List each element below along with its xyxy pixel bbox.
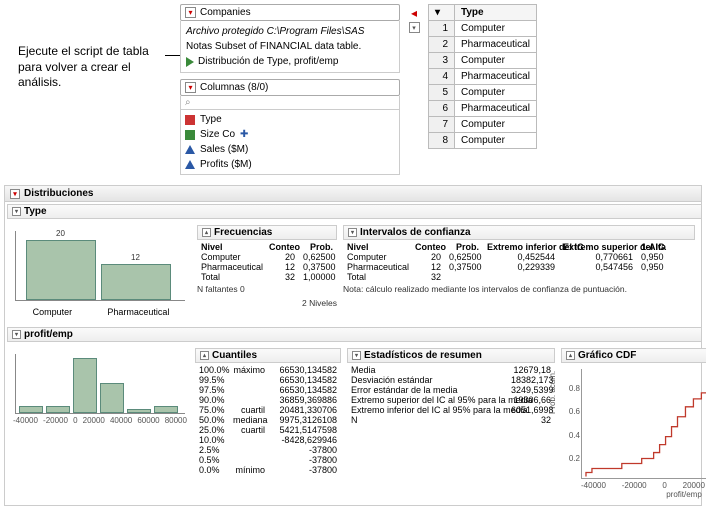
dropdown-icon[interactable]: ▾ bbox=[185, 82, 196, 93]
type-column-header[interactable]: Type bbox=[455, 5, 537, 21]
cdf-header[interactable]: ▴ Gráfico CDF bbox=[561, 348, 706, 363]
axis-label: Computer bbox=[33, 307, 73, 317]
row-index[interactable]: 6 bbox=[429, 101, 455, 117]
menu-icon[interactable]: ▾ bbox=[409, 22, 420, 33]
dropdown-icon[interactable]: ▴ bbox=[200, 351, 209, 360]
table-controls: ◂ ▾ bbox=[400, 4, 428, 33]
ci-header[interactable]: ▾ Intervalos de confianza bbox=[343, 225, 695, 240]
notes-row: Notas Subset of FINANCIAL data table. bbox=[186, 39, 394, 54]
profit-emp-histogram bbox=[15, 354, 185, 414]
n-missing: N faltantes 0 bbox=[197, 282, 337, 296]
column-list: Type Size Co✚ Sales ($M) Profits ($M) bbox=[180, 110, 400, 175]
companies-header[interactable]: ▾ Companies bbox=[180, 4, 400, 21]
cdf-x-label: profit/emp bbox=[581, 490, 706, 499]
summary-table: Media12679,18Desviación estándar18382,17… bbox=[347, 365, 555, 425]
cdf-chart: Prob. acum. 0.80.60.40.2 bbox=[581, 369, 706, 479]
dropdown-icon[interactable]: ▾ bbox=[352, 351, 361, 360]
type-bar-chart: 20 12 bbox=[15, 231, 185, 301]
type-cell[interactable]: Computer bbox=[455, 117, 537, 133]
row-selector-header[interactable]: ▾ bbox=[429, 5, 455, 21]
axis-label: Pharmaceutical bbox=[107, 307, 169, 317]
frequencies-title: Frecuencias bbox=[214, 227, 272, 238]
file-path-row: Archivo protegido C:\Program Files\SAS bbox=[186, 24, 394, 39]
frequencies-header[interactable]: ▴ Frecuencias bbox=[197, 225, 337, 240]
data-table: ▾ Type 1Computer2Pharmaceutical3Computer… bbox=[428, 4, 537, 149]
cdf-title: Gráfico CDF bbox=[578, 350, 636, 361]
type-cell[interactable]: Computer bbox=[455, 21, 537, 37]
column-sales[interactable]: Sales ($M) bbox=[185, 142, 395, 157]
row-index[interactable]: 7 bbox=[429, 117, 455, 133]
profit-emp-subtitle: profit/emp bbox=[24, 329, 73, 340]
expand-icon: ✚ bbox=[240, 129, 248, 140]
scroll-left-icon[interactable]: ◂ bbox=[411, 6, 417, 20]
type-cell[interactable]: Computer bbox=[455, 53, 537, 69]
dropdown-icon[interactable]: ▾ bbox=[10, 189, 20, 199]
distributions-header[interactable]: ▾ Distribuciones bbox=[5, 186, 701, 202]
distribution-script-row[interactable]: Distribución de Type, profit/emp bbox=[186, 54, 394, 69]
row-index[interactable]: 1 bbox=[429, 21, 455, 37]
distribution-label: Distribución de Type, profit/emp bbox=[198, 55, 338, 68]
row-index[interactable]: 8 bbox=[429, 133, 455, 149]
continuous-icon bbox=[185, 160, 195, 169]
ordinal-icon bbox=[185, 130, 195, 140]
column-search-input[interactable]: ⌕ bbox=[180, 96, 400, 110]
ci-note: Nota: cálculo realizado mediante los int… bbox=[343, 282, 695, 296]
row-index[interactable]: 4 bbox=[429, 69, 455, 85]
dropdown-icon[interactable]: ▴ bbox=[202, 228, 211, 237]
dropdown-icon[interactable]: ▾ bbox=[185, 7, 196, 18]
type-cell[interactable]: Pharmaceutical bbox=[455, 69, 537, 85]
quantiles-table: 100.0%máximo66530,13458299.5%66530,13458… bbox=[195, 365, 341, 475]
companies-panel: ▾ Companies Archivo protegido C:\Program… bbox=[180, 4, 400, 175]
type-subtitle: Type bbox=[24, 206, 47, 217]
dropdown-icon[interactable]: ▴ bbox=[566, 351, 575, 360]
dropdown-icon[interactable]: ▾ bbox=[348, 228, 357, 237]
type-cell[interactable]: Computer bbox=[455, 85, 537, 101]
type-cell[interactable]: Computer bbox=[455, 133, 537, 149]
row-index[interactable]: 3 bbox=[429, 53, 455, 69]
profit-emp-subheader[interactable]: ▾ profit/emp bbox=[7, 327, 702, 342]
ci-title: Intervalos de confianza bbox=[360, 227, 471, 238]
columns-header[interactable]: ▾ Columnas (8/0) bbox=[180, 79, 400, 96]
quantiles-title: Cuantiles bbox=[212, 350, 257, 361]
continuous-icon bbox=[185, 145, 195, 154]
dropdown-icon[interactable]: ▾ bbox=[12, 207, 21, 216]
summary-header[interactable]: ▾ Estadísticos de resumen bbox=[347, 348, 555, 363]
distributions-title: Distribuciones bbox=[24, 188, 93, 199]
row-index[interactable]: 2 bbox=[429, 37, 455, 53]
columns-title: Columnas (8/0) bbox=[200, 82, 268, 93]
cdf-y-ticks: 0.80.60.40.2 bbox=[562, 369, 580, 478]
column-sizeco[interactable]: Size Co✚ bbox=[185, 127, 395, 142]
nominal-icon bbox=[185, 115, 195, 125]
ci-table: NivelConteoProb.Extremo inferior del ICE… bbox=[343, 242, 695, 282]
cdf-x-axis: -40000-200000200004000060000 bbox=[581, 481, 706, 490]
dropdown-icon[interactable]: ▾ bbox=[12, 330, 21, 339]
histogram-axis: -40000-20000020000400006000080000 bbox=[11, 416, 189, 425]
column-type[interactable]: Type bbox=[185, 112, 395, 127]
n-levels: 2 Niveles bbox=[197, 296, 337, 310]
run-icon bbox=[186, 57, 194, 67]
type-cell[interactable]: Pharmaceutical bbox=[455, 101, 537, 117]
frequencies-table: NivelConteoProb.Computer200,62500Pharmac… bbox=[197, 242, 337, 282]
column-profits[interactable]: Profits ($M) bbox=[185, 157, 395, 172]
type-cell[interactable]: Pharmaceutical bbox=[455, 37, 537, 53]
companies-title: Companies bbox=[200, 7, 251, 18]
cdf-y-label: Prob. acum. bbox=[548, 370, 557, 413]
quantiles-header[interactable]: ▴ Cuantiles bbox=[195, 348, 341, 363]
row-index[interactable]: 5 bbox=[429, 85, 455, 101]
distributions-panel: ▾ Distribuciones ▾ Type 20 12 Computer P… bbox=[4, 185, 702, 506]
type-subheader[interactable]: ▾ Type bbox=[7, 204, 702, 219]
summary-title: Estadísticos de resumen bbox=[364, 350, 482, 361]
annotation-text: Ejecute el script de tabla para volver a… bbox=[0, 4, 180, 91]
